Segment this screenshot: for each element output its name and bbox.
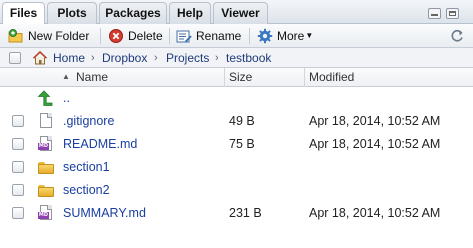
chevron-down-icon: ▼	[305, 31, 314, 40]
delete-button[interactable]: Delete	[108, 27, 163, 45]
table-row: section2	[0, 179, 473, 202]
rename-icon	[176, 28, 192, 44]
pane-tab-bar: Files Plots Packages Help Viewer	[0, 0, 473, 25]
row-checkbox[interactable]	[12, 138, 24, 150]
file-size: 75 B	[229, 137, 255, 151]
files-toolbar: New Folder Delete Rename More ▼	[0, 24, 473, 48]
row-checkbox[interactable]	[12, 115, 24, 127]
breadcrumb-projects[interactable]: Projects	[166, 51, 209, 65]
folder-name-link[interactable]: section1	[63, 160, 110, 175]
parent-directory-link[interactable]: ..	[63, 91, 70, 106]
file-size: 231 B	[229, 206, 262, 220]
file-size: 49 B	[229, 114, 255, 128]
folder-icon	[37, 181, 55, 199]
rename-button[interactable]: Rename	[176, 27, 241, 45]
row-checkbox[interactable]	[12, 161, 24, 173]
toolbar-divider	[100, 28, 101, 44]
file-modified: Apr 18, 2014, 10:52 AM	[309, 114, 441, 128]
chevron-right-icon: ›	[215, 52, 219, 64]
breadcrumb-home[interactable]: Home	[53, 51, 85, 65]
markdown-file-icon: MD	[38, 135, 56, 153]
new-folder-icon	[8, 28, 24, 44]
row-checkbox[interactable]	[12, 207, 24, 219]
tab-help[interactable]: Help	[169, 2, 211, 24]
maximize-pane-icon[interactable]	[446, 8, 459, 19]
folder-icon	[37, 158, 55, 176]
home-icon[interactable]	[32, 50, 48, 66]
file-modified: Apr 18, 2014, 10:52 AM	[309, 137, 441, 151]
table-row: MD README.md 75 B Apr 18, 2014, 10:52 AM	[0, 133, 473, 156]
file-name-link[interactable]: .gitignore	[63, 114, 114, 129]
row-checkbox[interactable]	[12, 184, 24, 196]
file-name-link[interactable]: README.md	[63, 137, 137, 152]
chevron-right-icon: ›	[91, 52, 95, 64]
breadcrumb: Home › Dropbox › Projects › testbook	[0, 48, 473, 68]
table-row: MD SUMMARY.md 231 B Apr 18, 2014, 10:52 …	[0, 202, 473, 225]
toolbar-divider	[169, 28, 170, 44]
folder-name-link[interactable]: section2	[63, 183, 110, 198]
chevron-right-icon: ›	[154, 52, 158, 64]
more-label: More	[277, 29, 305, 43]
table-row: .gitignore 49 B Apr 18, 2014, 10:52 AM	[0, 110, 473, 133]
new-folder-label: New Folder	[28, 29, 90, 43]
column-size[interactable]: Size	[229, 71, 252, 84]
breadcrumb-dropbox[interactable]: Dropbox	[102, 51, 147, 65]
select-all-checkbox[interactable]	[9, 52, 21, 64]
rename-label: Rename	[196, 29, 242, 43]
breadcrumb-testbook[interactable]: testbook	[226, 51, 271, 65]
minimize-pane-icon[interactable]	[428, 8, 441, 19]
gear-icon	[257, 28, 273, 44]
tab-packages[interactable]: Packages	[99, 2, 167, 24]
text-file-icon	[38, 112, 56, 130]
tab-plots[interactable]: Plots	[47, 2, 97, 24]
parent-directory-row[interactable]: ..	[0, 87, 473, 110]
markdown-file-icon: MD	[38, 204, 56, 222]
file-name-link[interactable]: SUMMARY.md	[63, 206, 146, 221]
column-name[interactable]: Name	[76, 71, 108, 84]
refresh-icon[interactable]	[449, 28, 465, 44]
tab-viewer[interactable]: Viewer	[213, 2, 268, 24]
more-button[interactable]: More ▼	[257, 27, 313, 45]
tab-files[interactable]: Files	[2, 2, 45, 25]
column-divider	[304, 68, 305, 87]
toolbar-divider	[249, 28, 250, 44]
file-modified: Apr 18, 2014, 10:52 AM	[309, 206, 441, 220]
delete-icon	[108, 28, 124, 44]
column-modified[interactable]: Modified	[309, 71, 354, 84]
up-arrow-icon	[37, 89, 55, 107]
table-row: section1	[0, 156, 473, 179]
new-folder-button[interactable]: New Folder	[8, 27, 89, 45]
delete-label: Delete	[128, 29, 163, 43]
column-divider	[224, 68, 225, 87]
sort-ascending-icon: ▲	[62, 72, 70, 81]
file-list-header: ▲ Name Size Modified	[0, 68, 473, 87]
